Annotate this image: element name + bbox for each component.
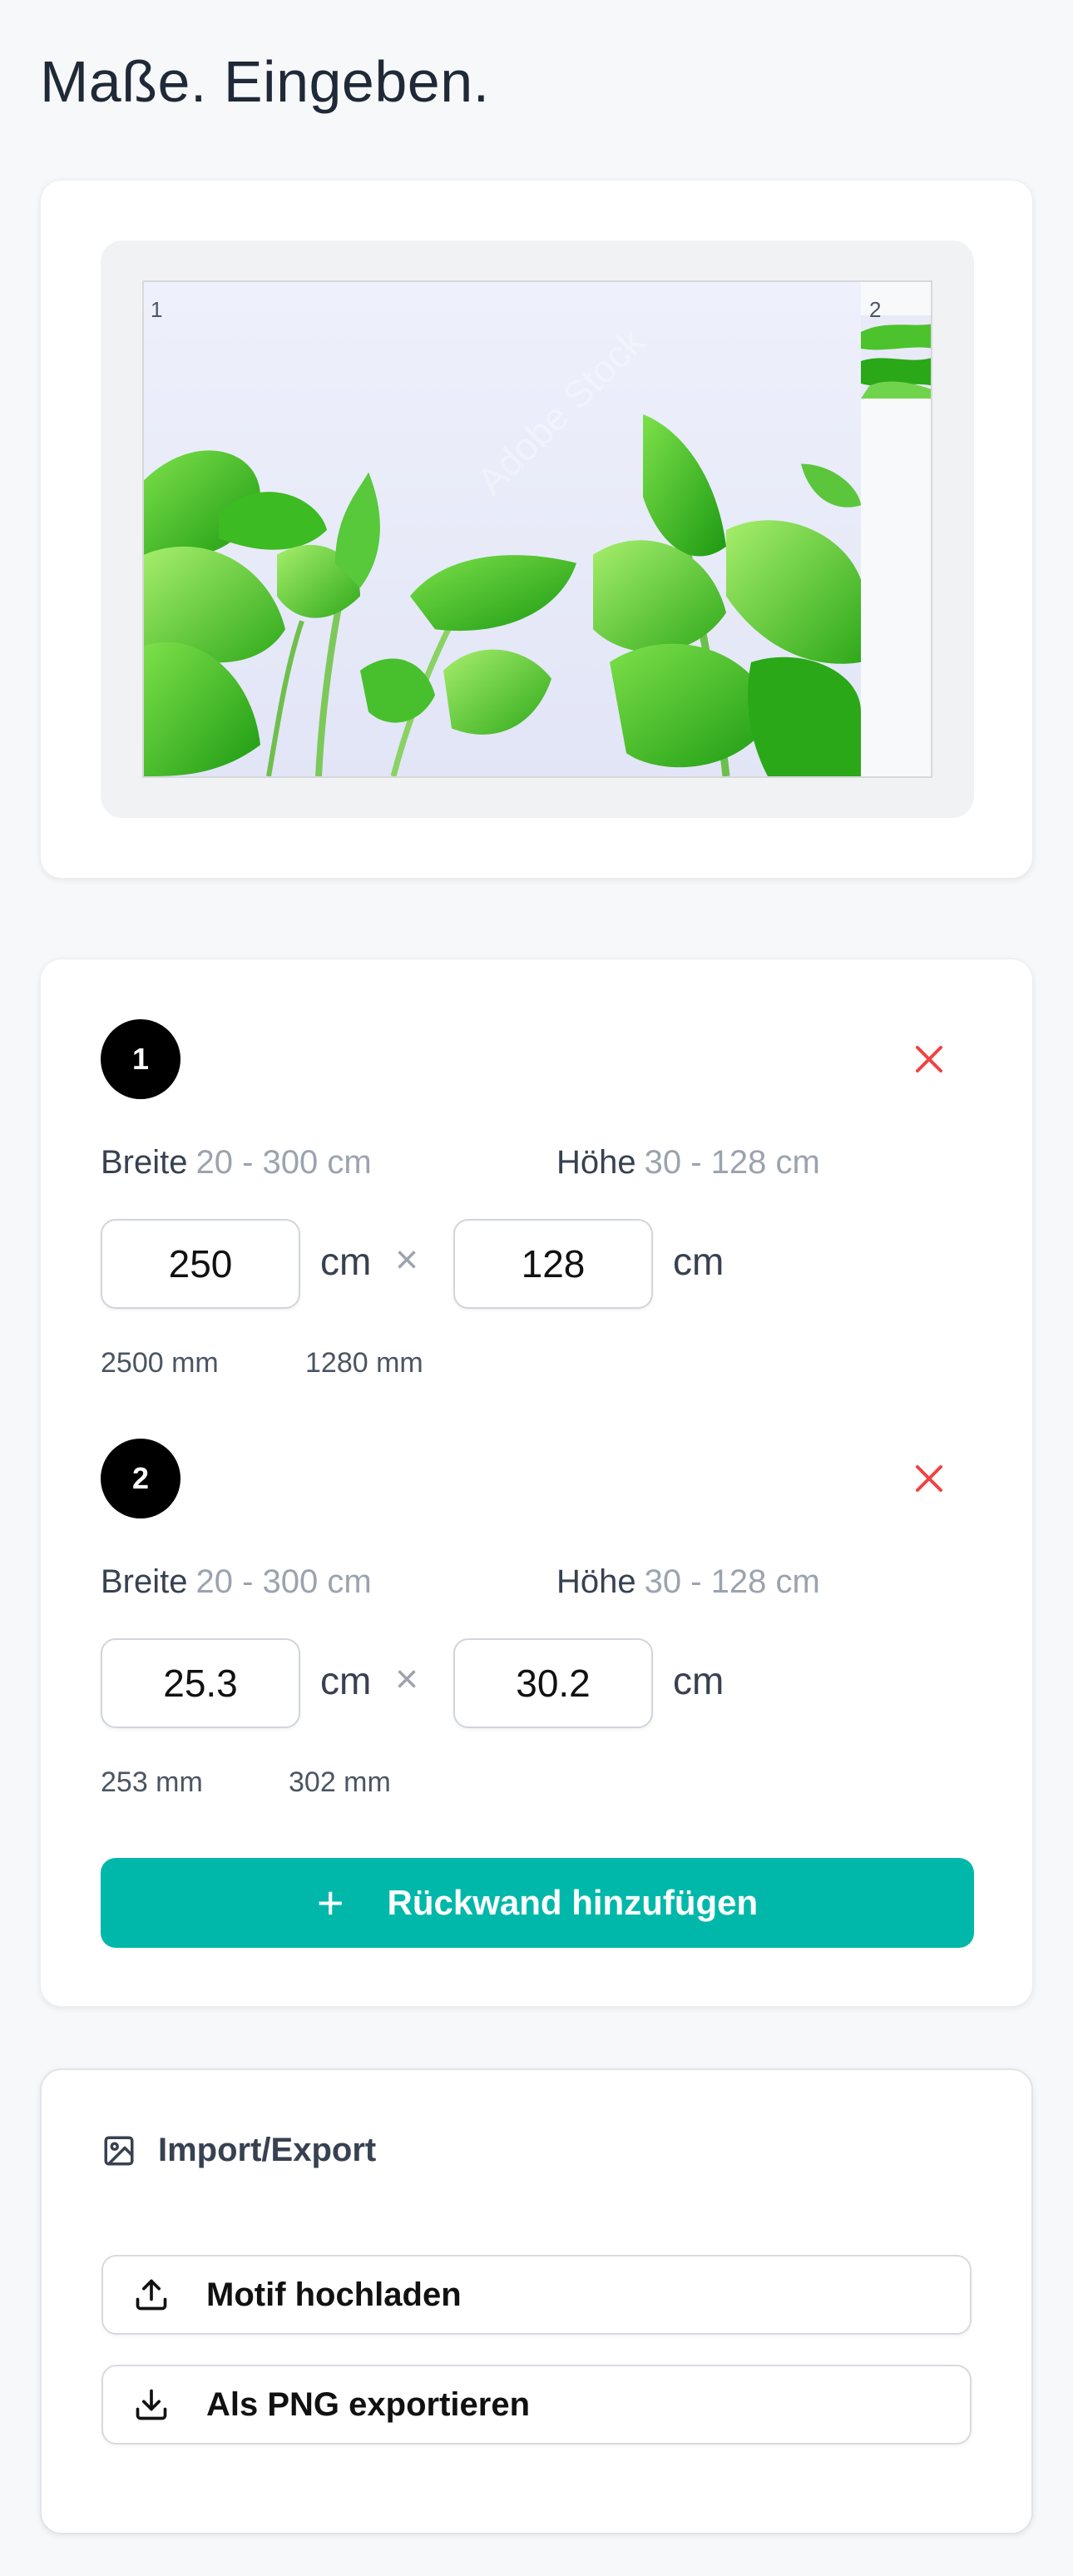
height-label-text: Höhe	[556, 1563, 636, 1600]
width-input-2[interactable]	[101, 1638, 300, 1728]
close-icon	[916, 1465, 942, 1492]
plant-image-strip	[861, 315, 931, 399]
height-label-text: Höhe	[556, 1144, 636, 1181]
width-range: 20 - 300 cm	[195, 1144, 372, 1181]
page-title: Maße. Eingeben.	[40, 49, 490, 114]
upload-motif-button[interactable]: Motif hochladen	[101, 2255, 972, 2335]
preview-card: Adobe Stock 1 2	[40, 180, 1033, 879]
add-wall-button[interactable]: + Rückwand hinzufügen	[101, 1858, 974, 1948]
width-unit-1: cm	[320, 1240, 372, 1283]
close-icon	[916, 1046, 942, 1073]
remove-wall-button-1[interactable]	[906, 1036, 952, 1082]
width-input-1[interactable]	[101, 1219, 300, 1309]
panel-number-1: 1	[151, 297, 163, 322]
height-mm-1: 1280 mm	[305, 1347, 423, 1379]
import-export-title: Import/Export	[158, 2132, 377, 2168]
panel-number-2: 2	[869, 297, 882, 322]
times-icon: ×	[395, 1238, 419, 1282]
height-label-2: Höhe 30 - 128 cm	[556, 1563, 820, 1601]
import-export-header: Import/Export	[101, 2132, 376, 2169]
height-range: 30 - 128 cm	[644, 1563, 820, 1600]
width-range: 20 - 300 cm	[195, 1563, 372, 1600]
plant-image: Adobe Stock	[144, 282, 861, 776]
upload-icon	[136, 2279, 167, 2311]
export-label: Als PNG exportieren	[206, 2385, 531, 2423]
plus-icon: +	[316, 1876, 344, 1929]
height-unit-2: cm	[673, 1659, 724, 1702]
export-png-button[interactable]: Als PNG exportieren	[101, 2365, 972, 2445]
wall-badge-2: 2	[101, 1439, 180, 1518]
preview-panel-2[interactable]: 2	[861, 282, 931, 776]
width-label-1: Breite 20 - 300 cm	[101, 1144, 372, 1181]
height-input-2[interactable]	[453, 1638, 653, 1728]
preview-frame: Adobe Stock 1 2	[101, 240, 974, 818]
remove-wall-button-2[interactable]	[906, 1455, 952, 1502]
upload-label: Motif hochladen	[206, 2276, 462, 2313]
width-label-text: Breite	[101, 1563, 188, 1600]
preview-panel-1[interactable]: Adobe Stock 1	[144, 282, 861, 776]
width-label-text: Breite	[101, 1144, 188, 1181]
width-mm-2: 253 mm	[101, 1766, 203, 1798]
panel-2-image-strip	[861, 315, 931, 399]
wall-badge-1: 1	[101, 1019, 180, 1099]
dimensions-card: 1 Breite20 - 300 cm Höhe30 - 128 cm cm ×…	[40, 959, 1033, 2007]
width-label-2: Breite 20 - 300 cm	[101, 1563, 372, 1601]
height-range: 30 - 128 cm	[644, 1144, 820, 1181]
height-label-1: Höhe 30 - 128 cm	[556, 1144, 820, 1181]
height-input-1[interactable]	[453, 1219, 653, 1309]
image-icon	[104, 2136, 134, 2165]
add-wall-label: Rückwand hinzufügen	[387, 1883, 759, 1922]
width-mm-1: 2500 mm	[101, 1347, 219, 1379]
height-mm-2: 302 mm	[289, 1766, 391, 1798]
import-export-card: Import/Export Motif hochladen Als PNG ex…	[40, 2068, 1033, 2534]
preview-canvas: Adobe Stock 1 2	[142, 280, 932, 778]
width-unit-2: cm	[320, 1659, 372, 1702]
download-icon	[136, 2389, 167, 2420]
height-unit-1: cm	[673, 1240, 724, 1283]
times-icon: ×	[395, 1657, 419, 1702]
